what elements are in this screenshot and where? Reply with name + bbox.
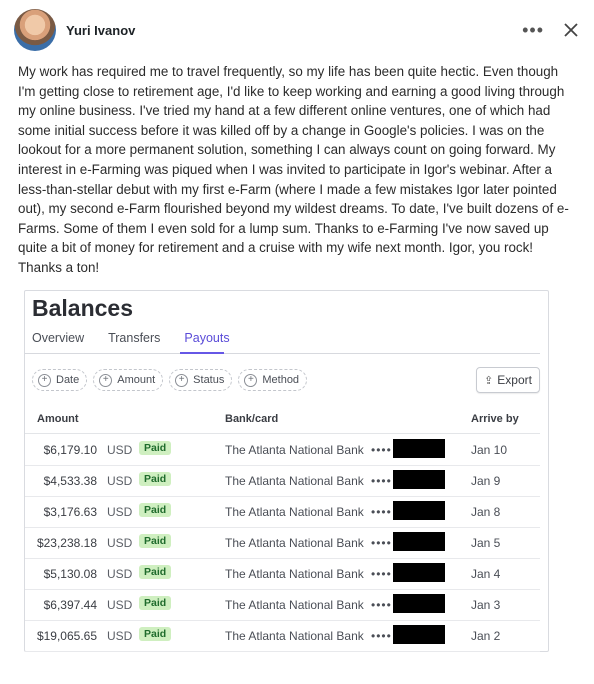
payout-amount: $3,176.63 bbox=[43, 505, 97, 519]
tab-payouts[interactable]: Payouts bbox=[184, 331, 229, 353]
bank-name: The Atlanta National Bank bbox=[225, 505, 364, 519]
payout-amount: $6,397.44 bbox=[43, 598, 97, 612]
card-mask: •••• bbox=[371, 443, 392, 457]
avatar[interactable] bbox=[14, 9, 56, 51]
plus-circle-icon: + bbox=[38, 373, 51, 387]
status-badge: Paid bbox=[139, 472, 172, 486]
tab-overview[interactable]: Overview bbox=[32, 331, 84, 353]
export-label: Export bbox=[497, 373, 532, 387]
redaction-box bbox=[393, 625, 445, 644]
arrive-date: Jan 9 bbox=[471, 474, 501, 488]
filter-label: Method bbox=[262, 374, 300, 386]
tabs-divider bbox=[25, 353, 540, 354]
active-tab-indicator bbox=[180, 352, 224, 354]
filter-label: Amount bbox=[117, 374, 156, 386]
redaction-box bbox=[393, 501, 445, 520]
export-button[interactable]: ⇪ Export bbox=[476, 367, 540, 393]
payout-currency: USD bbox=[107, 536, 133, 550]
plus-circle-icon: + bbox=[99, 373, 113, 387]
payout-amount: $19,065.65 bbox=[36, 629, 97, 643]
table-row[interactable]: $3,176.63 USD Paid The Atlanta National Ban… bbox=[25, 496, 540, 528]
payout-currency: USD bbox=[107, 567, 133, 581]
payout-amount: $23,238.18 bbox=[36, 536, 97, 550]
filter-date[interactable]: + Date bbox=[32, 369, 88, 391]
plus-circle-icon: + bbox=[244, 373, 258, 387]
payout-currency: USD bbox=[107, 598, 133, 612]
table-row[interactable]: $19,065.65 USD Paid The Atlanta National Ba… bbox=[25, 620, 540, 652]
card-mask: •••• bbox=[371, 505, 392, 519]
arrive-date: Jan 10 bbox=[471, 443, 508, 457]
status-badge: Paid bbox=[139, 627, 172, 641]
post-text: My work has required me to travel freque… bbox=[18, 64, 569, 275]
arrive-date: Jan 4 bbox=[471, 567, 501, 581]
tab-transfers[interactable]: Transfers bbox=[108, 331, 160, 353]
payout-amount: $4,533.38 bbox=[43, 474, 97, 488]
arrive-date: Jan 8 bbox=[471, 505, 501, 519]
bank-name: The Atlanta National Bank bbox=[225, 629, 364, 643]
arrive-date: Jan 3 bbox=[471, 598, 501, 612]
author-name[interactable]: Yuri Ivanov bbox=[66, 23, 135, 38]
payout-currency: USD bbox=[107, 443, 133, 457]
payout-currency: USD bbox=[107, 629, 133, 643]
table-row[interactable]: $6,397.44 USD Paid The Atlanta National Ban… bbox=[25, 589, 540, 621]
tabs: Overview Transfers Payouts bbox=[32, 331, 230, 353]
filter-label: Status bbox=[193, 374, 225, 386]
filter-bar: + Date + Amount + Status + Method bbox=[32, 369, 308, 391]
card-mask: •••• bbox=[371, 536, 392, 550]
header-actions: ••• bbox=[522, 21, 580, 39]
payout-amount: $6,179.10 bbox=[43, 443, 97, 457]
column-arrive[interactable]: Arrive by bbox=[471, 413, 519, 425]
table-row[interactable]: $23,238.18 USD Paid The Atlanta National Ba… bbox=[25, 527, 540, 559]
redaction-box bbox=[393, 563, 445, 582]
card-mask: •••• bbox=[371, 629, 392, 643]
export-icon: ⇪ bbox=[484, 374, 494, 387]
bank-name: The Atlanta National Bank bbox=[225, 474, 364, 488]
redaction-box bbox=[393, 532, 445, 551]
arrive-date: Jan 2 bbox=[471, 629, 501, 643]
card-mask: •••• bbox=[371, 474, 392, 488]
status-badge: Paid bbox=[139, 534, 172, 548]
column-bank[interactable]: Bank/card bbox=[225, 413, 278, 425]
more-horizontal-icon[interactable]: ••• bbox=[522, 21, 544, 39]
card-mask: •••• bbox=[371, 567, 392, 581]
redaction-box bbox=[393, 439, 445, 458]
redaction-box bbox=[393, 594, 445, 613]
table-row[interactable]: $5,130.08 USD Paid The Atlanta National Ban… bbox=[25, 558, 540, 590]
plus-circle-icon: + bbox=[175, 373, 189, 387]
filter-method[interactable]: + Method bbox=[238, 369, 308, 391]
filter-amount[interactable]: + Amount bbox=[93, 369, 164, 391]
bank-name: The Atlanta National Bank bbox=[225, 598, 364, 612]
bank-name: The Atlanta National Bank bbox=[225, 536, 364, 550]
payout-currency: USD bbox=[107, 474, 133, 488]
filter-label: Date bbox=[56, 374, 80, 386]
payout-currency: USD bbox=[107, 505, 133, 519]
post-header: Yuri Ivanov ••• bbox=[14, 8, 580, 52]
filter-status[interactable]: + Status bbox=[169, 369, 233, 391]
column-amount[interactable]: Amount bbox=[37, 413, 79, 425]
status-badge: Paid bbox=[139, 565, 172, 579]
payout-amount: $5,130.08 bbox=[43, 567, 97, 581]
balances-screenshot: Balances Overview Transfers Payouts + Da… bbox=[24, 290, 549, 652]
table-row[interactable]: $6,179.10 USD Paid The Atlanta National Ban… bbox=[25, 434, 540, 466]
status-badge: Paid bbox=[139, 441, 172, 455]
table-row[interactable]: $4,533.38 USD Paid The Atlanta National Ban… bbox=[25, 465, 540, 497]
bank-name: The Atlanta National Bank bbox=[225, 567, 364, 581]
status-badge: Paid bbox=[139, 503, 172, 517]
bank-name: The Atlanta National Bank bbox=[225, 443, 364, 457]
card-mask: •••• bbox=[371, 598, 392, 612]
redaction-box bbox=[393, 470, 445, 489]
arrive-date: Jan 5 bbox=[471, 536, 501, 550]
table-header: Amount Bank/card Arrive by bbox=[25, 403, 540, 434]
status-badge: Paid bbox=[139, 596, 172, 610]
page-title: Balances bbox=[32, 295, 134, 321]
close-icon[interactable] bbox=[562, 21, 580, 39]
